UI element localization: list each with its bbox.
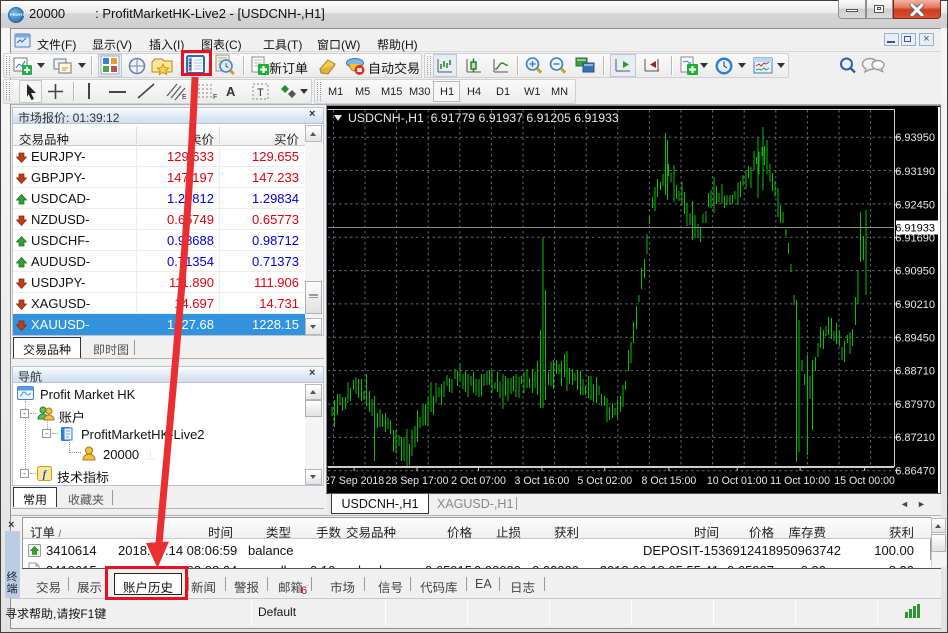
svg-text:6.91933: 6.91933 [895, 223, 935, 235]
svg-text:2 Oct 07:00: 2 Oct 07:00 [451, 475, 506, 487]
svg-text:6.89450: 6.89450 [895, 332, 935, 344]
svg-text:6.87970: 6.87970 [895, 399, 935, 411]
svg-text:6.93190: 6.93190 [895, 166, 935, 178]
svg-text:T: T [257, 87, 264, 99]
svg-text:10 Oct 01:00: 10 Oct 01:00 [707, 475, 768, 487]
svg-text:27 Sep 2018: 27 Sep 2018 [327, 475, 384, 487]
svg-text:E: E [182, 94, 187, 101]
svg-text:6.87210: 6.87210 [895, 432, 935, 444]
svg-text:8 Oct 15:00: 8 Oct 15:00 [642, 475, 697, 487]
svg-text:11 Oct 10:00: 11 Oct 10:00 [770, 475, 830, 487]
svg-text:5 Oct 02:00: 5 Oct 02:00 [577, 475, 632, 487]
svg-text:15 Oct 00:00: 15 Oct 00:00 [834, 475, 895, 487]
svg-text:6.92450: 6.92450 [895, 200, 935, 212]
svg-text:6.88710: 6.88710 [895, 365, 935, 377]
svg-text:6.90950: 6.90950 [895, 266, 935, 278]
svg-text:3 Oct 16:00: 3 Oct 16:00 [515, 475, 570, 487]
svg-text:F: F [213, 94, 217, 100]
svg-text:6.90210: 6.90210 [895, 299, 935, 311]
svg-text:6.86470: 6.86470 [895, 465, 935, 477]
svg-text:6.93950: 6.93950 [895, 132, 935, 144]
svg-text:USDCNH-,H1 6.91779 6.91937 6.: USDCNH-,H1 6.91779 6.91937 6.91205 6.919… [348, 111, 619, 125]
svg-text:28 Sep 17:00: 28 Sep 17:00 [385, 475, 448, 487]
